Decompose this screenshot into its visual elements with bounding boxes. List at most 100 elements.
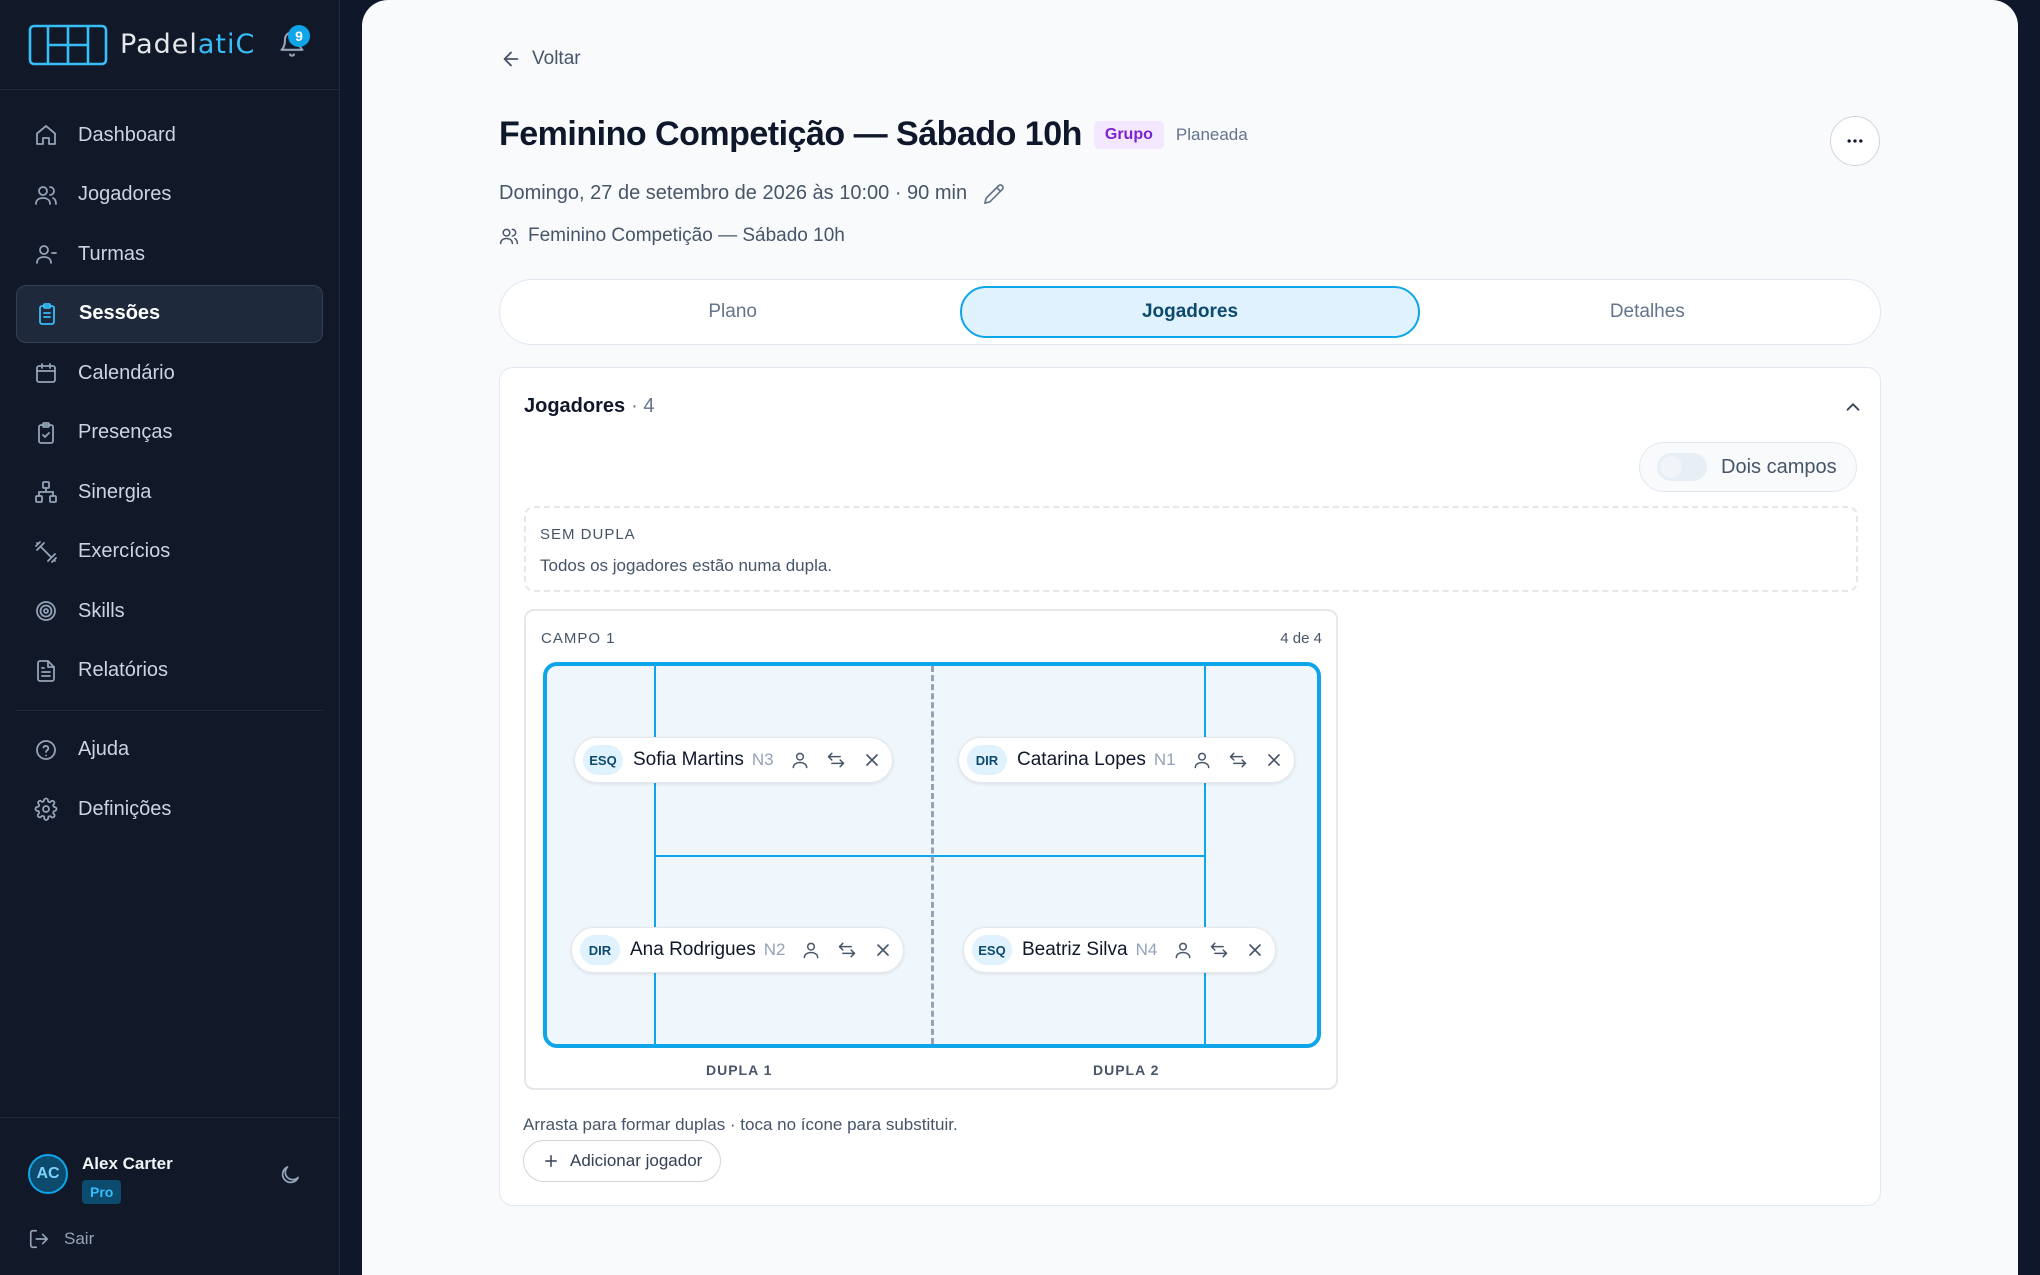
tab-plano[interactable]: Plano [505,286,960,338]
sidebar-item-label: Relatórios [78,659,169,681]
page-title: Feminino Competição — Sábado 10h [499,115,1082,153]
player-chip[interactable]: ESQ Sofia Martins N3 [574,737,893,783]
tab-jogadores[interactable]: Jogadores [960,286,1420,338]
chevron-up-icon[interactable] [1842,396,1864,418]
sidebar-item-label: Calendário [78,361,175,384]
schedule-text: Domingo, 27 de setembro de 2026 às 10:00… [499,182,968,204]
dumbbell-icon [35,540,57,563]
sidebar-item-label: Skills [78,599,125,622]
players-card-header[interactable]: Jogadores · 4 [524,395,655,418]
sidebar-item-label: Ajuda [78,738,130,760]
players-card: Jogadores · 4 Dois campos SEM DUPLA Todo… [499,367,1881,1206]
sidebar: PadelatiC 9 Dashboard Jogadores Turmas S… [0,0,340,1275]
player-level: N3 [751,750,774,769]
add-player-label: Adicionar jogador [570,1151,703,1170]
clipboard-icon [39,302,55,325]
sidebar-item-skills[interactable]: Skills [16,582,323,640]
main-content: Voltar Feminino Competição — Sábado 10h … [362,0,2018,1275]
more-horizontal-icon [1847,139,1863,143]
player-name: Sofia Martins [633,749,744,770]
user-icon[interactable] [801,940,821,960]
avatar[interactable]: AC [28,1154,68,1194]
logout-icon [29,1229,49,1249]
player-chip[interactable]: ESQ Beatriz Silva N4 [963,927,1277,973]
sidebar-item-turmas[interactable]: Turmas [16,225,323,283]
user-icon[interactable] [790,750,810,770]
sidebar-item-presencas[interactable]: Presenças [16,404,323,462]
sidebar-item-label: Definições [78,797,172,820]
player-level: N4 [1135,940,1158,959]
back-link[interactable]: Voltar [500,48,581,70]
close-icon[interactable] [1264,750,1284,770]
sidebar-item-calendario[interactable]: Calendário [16,344,323,402]
sidebar-item-label: Jogadores [78,183,172,205]
toggle-switch[interactable] [1657,453,1707,481]
pair-label: DUPLA 1 [706,1062,773,1078]
player-name: Beatriz Silva [1022,939,1128,960]
sidebar-item-sinergia[interactable]: Sinergia [16,463,323,521]
close-icon[interactable] [1245,940,1265,960]
unpaired-text: Todos os jogadores estão numa dupla. [540,556,833,575]
court-net [931,666,934,1044]
sidebar-item-relatorios[interactable]: Relatórios [16,642,323,700]
sidebar-item-jogadores[interactable]: Jogadores [16,166,323,224]
sidebar-item-label: Exercícios [78,540,171,562]
player-chip[interactable]: DIR Catarina Lopes N1 [958,737,1295,783]
swap-icon[interactable] [826,750,846,770]
plus-icon [545,1155,557,1167]
player-name: Catarina Lopes [1017,749,1146,770]
pencil-icon[interactable] [983,183,1005,205]
two-courts-toggle[interactable]: Dois campos [1639,442,1857,492]
title-row: Feminino Competição — Sábado 10h Grupo P… [499,115,1248,154]
court-diagram: ESQ Sofia Martins N3 DIR Catarina Lopes … [543,662,1321,1048]
sidebar-item-dashboard[interactable]: Dashboard [16,106,323,164]
gear-icon [34,797,58,821]
moon-icon[interactable] [278,1163,302,1187]
unpaired-title: SEM DUPLA [540,526,636,543]
swap-icon[interactable] [1209,940,1229,960]
status-badge: Planeada [1175,124,1248,144]
user-name: Alex Carter [82,1154,173,1173]
sidebar-item-sessoes[interactable]: Sessões [16,284,323,343]
unpaired-dropzone[interactable]: SEM DUPLA Todos os jogadores estão numa … [524,506,1858,592]
group-name: Feminino Competição — Sábado 10h [528,225,845,246]
session-tabs: Plano Jogadores Detalhes [499,279,1881,345]
pair-label: DUPLA 2 [1093,1062,1160,1078]
notification-badge: 9 [288,25,310,47]
sidebar-nav: Dashboard Jogadores Turmas Sessões Calen… [0,90,339,838]
court-panel: CAMPO 1 4 de 4 ESQ Sofia Martins N3 DIR … [524,609,1338,1090]
court-count: 4 de 4 [1280,630,1322,647]
close-icon[interactable] [862,750,882,770]
network-icon [35,481,57,503]
more-options-button[interactable] [1830,116,1880,166]
side-badge: DIR [967,745,1007,775]
sidebar-item-label: Sinergia [78,480,152,503]
logout-button[interactable]: Sair [28,1228,94,1250]
close-icon[interactable] [873,940,893,960]
player-name: Ana Rodrigues [630,939,756,960]
user-area: AC Alex Carter Pro Sair [0,1117,340,1275]
user-icon[interactable] [1192,750,1212,770]
sidebar-item-definicoes[interactable]: Definições [16,780,323,838]
plan-badge: Pro [82,1180,122,1204]
sidebar-item-ajuda[interactable]: Ajuda [16,721,323,779]
player-level: N1 [1153,750,1176,769]
session-group[interactable]: Feminino Competição — Sábado 10h [499,225,845,247]
sidebar-item-exercicios[interactable]: Exercícios [16,523,323,581]
logout-label: Sair [64,1229,95,1248]
sidebar-item-label: Turmas [78,242,146,265]
sidebar-item-label: Sessões [79,302,161,324]
side-badge: ESQ [972,935,1012,965]
calendar-icon [36,363,56,383]
sidebar-item-label: Dashboard [78,123,176,146]
swap-icon[interactable] [1228,750,1248,770]
tab-detalhes[interactable]: Detalhes [1420,286,1875,338]
add-player-button[interactable]: Adicionar jogador [523,1140,722,1182]
court-center-line [654,855,1206,857]
swap-icon[interactable] [837,940,857,960]
player-chip[interactable]: DIR Ana Rodrigues N2 [571,927,905,973]
clipboard-check-icon [38,421,54,444]
drag-hint: Arrasta para formar duplas · toca no íco… [523,1115,958,1134]
sidebar-item-label: Presenças [78,421,173,443]
user-icon[interactable] [1173,940,1193,960]
